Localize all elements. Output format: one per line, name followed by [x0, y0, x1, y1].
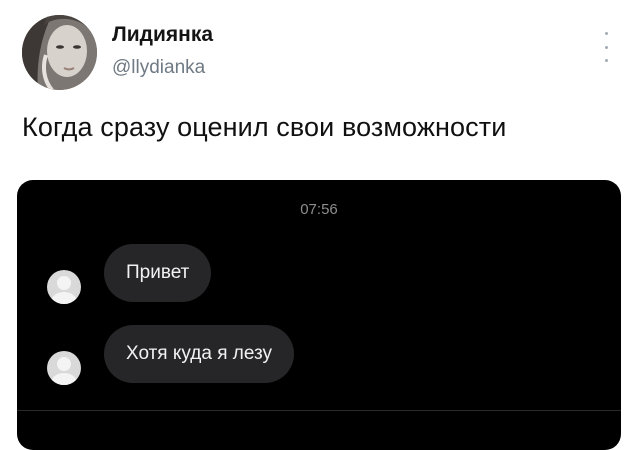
user-handle[interactable]: @llydianka: [112, 57, 205, 79]
dot: [604, 59, 608, 62]
more-vertical-icon[interactable]: [598, 32, 614, 62]
contact-avatar-icon: [47, 270, 81, 304]
chat-message-row: Хотя куда я лезу: [47, 323, 295, 385]
profile-photo: [22, 15, 97, 90]
chat-message-row: Привет: [47, 242, 212, 304]
profile-avatar[interactable]: [22, 15, 97, 90]
dot: [604, 45, 608, 49]
divider: [17, 410, 621, 411]
chat-message-bubble: Хотя куда я лезу: [104, 325, 295, 383]
tweet-text: Когда сразу оценил свои возможности: [22, 112, 507, 142]
chat-timestamp: 07:56: [300, 201, 338, 218]
attached-chat-screenshot[interactable]: 07:56 Привет Хотя куда я лезу: [17, 180, 621, 450]
tweet-card: Лидиянка @llydianka Когда сразу оценил с…: [0, 0, 640, 450]
contact-avatar-icon: [47, 351, 81, 385]
dot: [604, 32, 608, 35]
display-name[interactable]: Лидиянка: [112, 23, 213, 47]
chat-message-bubble: Привет: [104, 244, 212, 302]
